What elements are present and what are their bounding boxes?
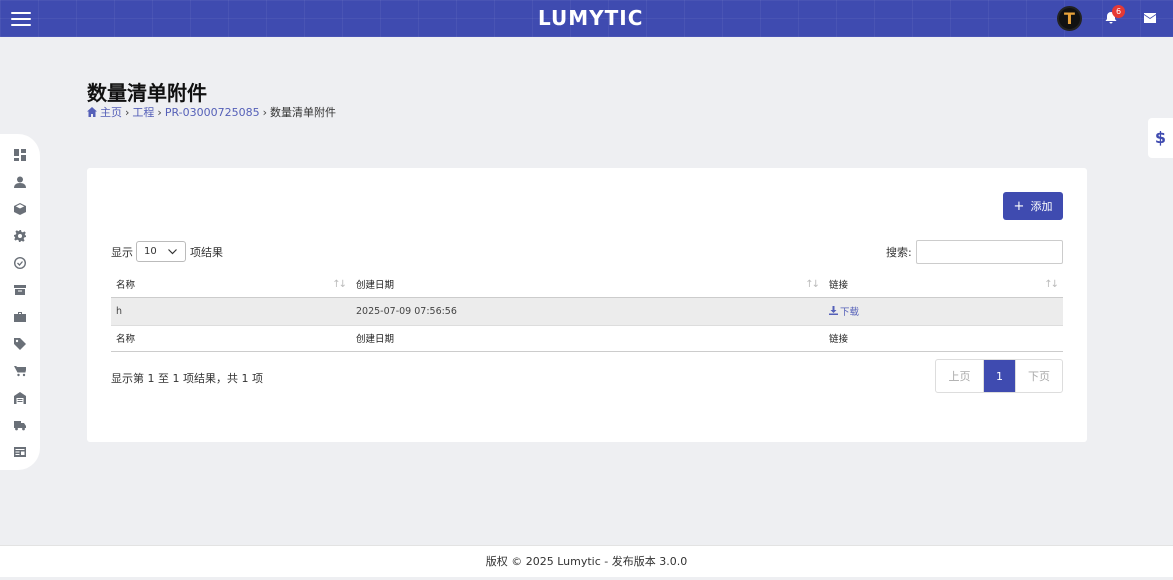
cell-link: 下载 [824,297,1063,326]
notification-badge: 6 [1112,5,1125,18]
briefcase-icon[interactable] [14,308,26,322]
table-row: h 2025-07-09 07:56:56 下载 [111,297,1063,326]
breadcrumb-separator: › [125,105,130,119]
search-input[interactable] [915,240,1063,264]
sort-icon: ↑↓ [805,279,820,290]
sort-icon: ↑↓ [1044,279,1059,290]
breadcrumb-separator: › [262,105,268,119]
check-circle-icon[interactable] [14,254,26,269]
add-button-label: 添加 [1030,200,1053,213]
length-suffix-label: 项结果 [190,245,223,259]
breadcrumb-pr[interactable]: PR-03000725085 [165,106,260,119]
user-icon[interactable] [14,173,26,188]
archive-icon[interactable] [14,281,26,295]
pagination: 上页 1 下页 [935,359,1063,393]
truck-icon[interactable] [14,416,26,431]
breadcrumb-current: 数量清单附件 [270,106,337,119]
search-label: 搜索: [886,246,912,259]
breadcrumb-separator: › [157,105,162,119]
currency-tab[interactable]: $ [1148,118,1173,158]
breadcrumb: 主页 › 工程 › PR-03000725085 › 数量清单附件 [87,104,336,120]
page-length-select[interactable]: 10 [136,241,186,262]
download-link[interactable]: 下载 [829,304,859,318]
settings-gear-icon[interactable] [14,227,26,242]
app-logo[interactable]: LUMYTIC [538,6,643,30]
column-header-name[interactable]: 名称 ↑↓ [111,271,351,298]
sort-icon: ↑↓ [332,279,347,290]
top-navbar: LUMYTIC T 6 [0,0,1173,37]
home-icon [87,107,97,117]
cart-icon[interactable] [14,362,27,377]
pagination-next[interactable]: 下页 [1015,360,1062,392]
page-length-value: 10 [144,246,157,257]
page-length-control: 显示 10 项结果 [111,241,223,262]
table-info: 显示第 1 至 1 项结果，共 1 项 [111,372,263,385]
footer-column-link: 链接 [824,325,1063,352]
table-footer-row: 名称 创建日期 链接 [111,325,1063,352]
dashboard-icon[interactable] [14,146,26,161]
download-icon [829,306,838,316]
box-icon[interactable] [14,200,26,215]
warehouse-icon[interactable] [14,389,26,404]
cell-date: 2025-07-09 07:56:56 [351,297,824,326]
invoice-icon[interactable] [14,443,26,457]
pagination-prev[interactable]: 上页 [936,360,984,392]
footer-column-date: 创建日期 [351,325,824,352]
side-navigation [0,134,40,470]
breadcrumb-project[interactable]: 工程 [132,104,154,120]
plus-icon: + [1013,198,1025,214]
tag-icon[interactable] [14,335,26,350]
attachments-card: + 添加 显示 10 项结果 搜索: 名称 ↑↓ 创建日期 ↑↓ 链接 ↑↓ h 20… [87,168,1087,442]
breadcrumb-home[interactable]: 主页 [100,104,122,120]
pagination-page-current[interactable]: 1 [984,360,1015,392]
page-title: 数量清单附件 [87,81,207,105]
length-show-label: 显示 [111,245,133,259]
add-button[interactable]: + 添加 [1003,192,1063,220]
hamburger-menu-icon[interactable] [11,12,31,26]
mail-icon[interactable] [1144,13,1156,23]
chevron-down-icon [168,248,177,254]
column-header-link[interactable]: 链接 ↑↓ [824,271,1063,298]
cell-name: h [111,297,351,326]
attachments-table: 名称 ↑↓ 创建日期 ↑↓ 链接 ↑↓ h 2025-07-09 07:56:56 下… [111,271,1063,352]
page-footer: 版权 © 2025 Lumytic - 发布版本 3.0.0 [0,545,1173,577]
search-control: 搜索: [886,240,1063,264]
column-header-date[interactable]: 创建日期 ↑↓ [351,271,824,298]
footer-column-name: 名称 [111,325,351,352]
user-avatar[interactable]: T [1057,6,1082,31]
table-header-row: 名称 ↑↓ 创建日期 ↑↓ 链接 ↑↓ [111,271,1063,298]
